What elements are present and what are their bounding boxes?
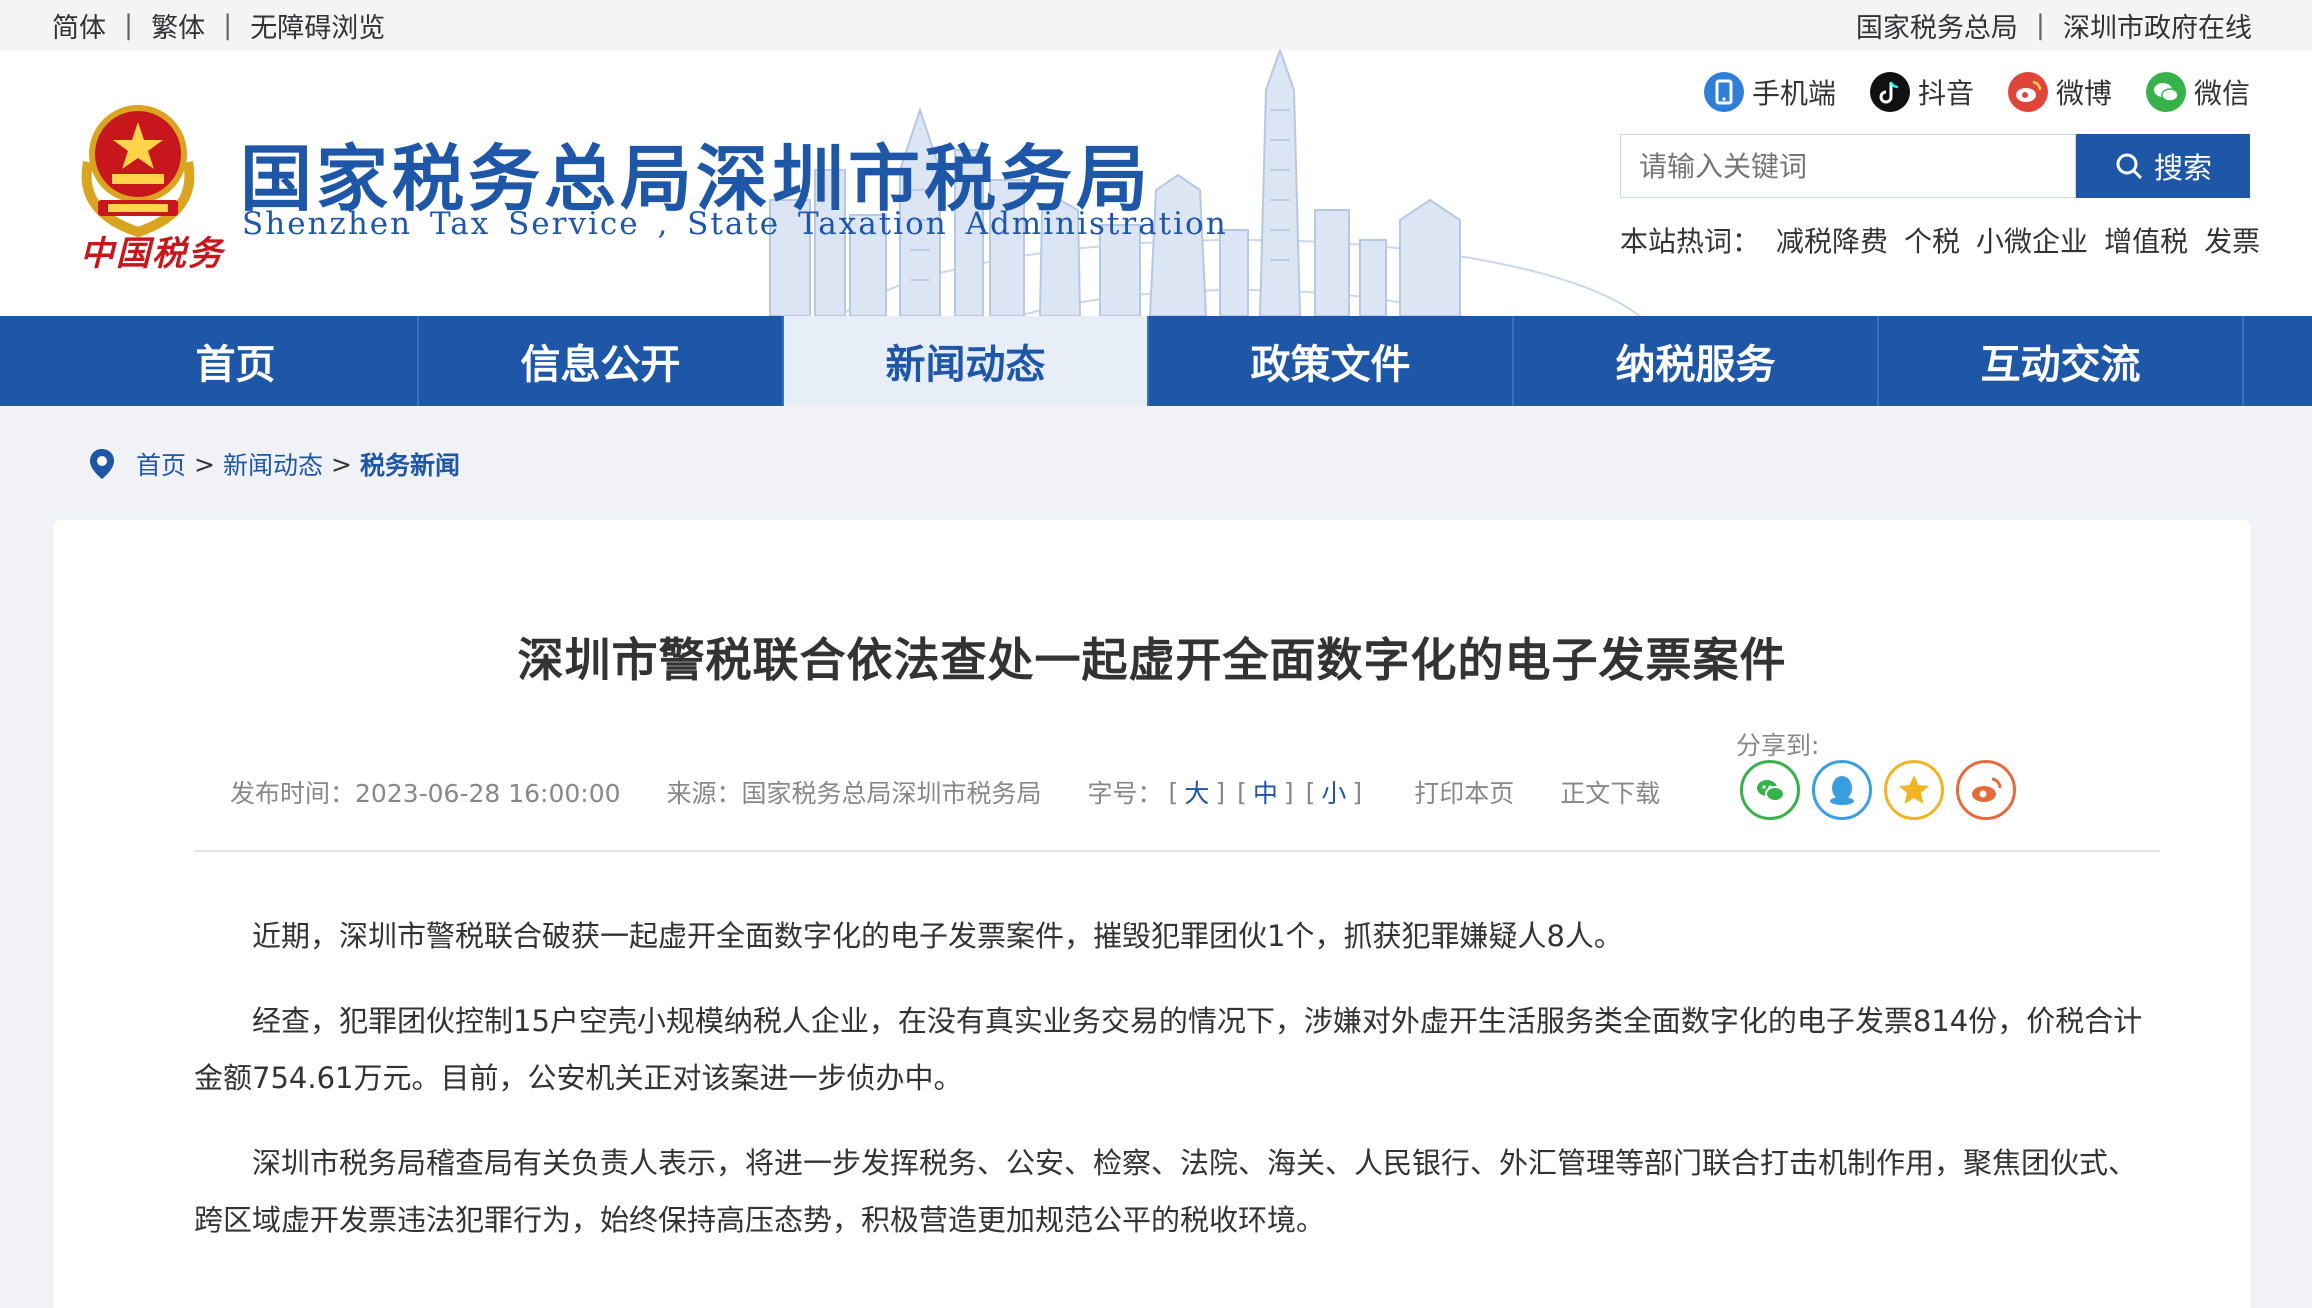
china-tax-calligraphy: 中国税务: [80, 234, 224, 274]
search-button[interactable]: 搜索: [2076, 134, 2250, 198]
article-body: 近期，深圳市警税联合破获一起虚开全面数字化的电子发票案件，摧毁犯罪团伙1个，抓获…: [194, 908, 2164, 1277]
search-button-label: 搜索: [2153, 151, 2212, 185]
hotword-link[interactable]: 减税降费: [1776, 220, 1888, 260]
breadcrumb-home[interactable]: 首页: [136, 446, 186, 482]
mobile-icon: [1703, 72, 1744, 112]
article-title: 深圳市警税联合依法查处一起虚开全面数字化的电子发票案件: [517, 633, 1787, 687]
search-input[interactable]: [1620, 134, 2076, 198]
wechat-icon: [2145, 72, 2186, 112]
separator: |: [223, 10, 233, 41]
site-header: 中国税务 国家税务总局深圳市税务局 Shenzhen Tax Service ,…: [0, 50, 2312, 316]
qzone-share-icon[interactable]: [1884, 760, 1944, 820]
location-pin-icon: [90, 449, 114, 479]
article-paragraph: 深圳市税务局稽查局有关负责人表示，将进一步发挥税务、公安、检察、法院、海关、人民…: [194, 1146, 2138, 1237]
print-button[interactable]: 打印本页: [1414, 774, 1514, 810]
article-meta: 发布时间：2023-06-28 16:00:00 来源：国家税务总局深圳市税务局…: [230, 774, 1706, 810]
douyin-icon: [1869, 72, 1910, 112]
nav-tax-service[interactable]: 纳税服务: [1514, 316, 1879, 406]
publish-time: 发布时间：2023-06-28 16:00:00: [230, 779, 621, 808]
breadcrumb: 首页 > 新闻动态 > 税务新闻: [88, 446, 460, 482]
language-switcher: 简体 | 繁体 | 无障碍浏览: [52, 6, 385, 45]
hotwords-label: 本站热词：: [1620, 225, 1761, 258]
font-size-large[interactable]: 大: [1184, 774, 1209, 810]
douyin-label: 抖音: [1917, 77, 1974, 110]
hotword-link[interactable]: 小微企业: [1976, 220, 2088, 260]
main-nav: 首页 信息公开 新闻动态 政策文件 纳税服务 互动交流: [0, 316, 2312, 406]
nav-home[interactable]: 首页: [54, 316, 419, 406]
share-icons: [1740, 760, 2016, 820]
wechat-label: 微信: [2193, 77, 2250, 110]
external-links: 国家税务总局 | 深圳市政府在线: [1856, 6, 2252, 45]
article-paragraph: 近期，深圳市警税联合破获一起虚开全面数字化的电子发票案件，摧毁犯罪团伙1个，抓获…: [252, 919, 1623, 953]
separator: |: [2035, 10, 2045, 41]
shenzhen-gov-link[interactable]: 深圳市政府在线: [2063, 6, 2252, 45]
nav-interaction[interactable]: 互动交流: [1879, 316, 2244, 406]
traditional-chinese-link[interactable]: 繁体: [151, 6, 205, 45]
accessibility-link[interactable]: 无障碍浏览: [250, 6, 385, 45]
search-icon: [2116, 153, 2143, 180]
share-label: 分享到:: [1736, 731, 1820, 760]
douyin-link[interactable]: 抖音: [1869, 72, 1974, 112]
font-size-label: 字号：: [1087, 779, 1163, 808]
social-links: 手机端 抖音 微博 微信: [1703, 72, 2250, 112]
site-subtitle: Shenzhen Tax Service , State Taxation Ad…: [242, 206, 1228, 242]
hot-keywords: 本站热词： 减税降费 个税 小微企业 增值税 发票: [1620, 220, 2260, 260]
breadcrumb-separator: >: [330, 449, 352, 479]
weibo-label: 微博: [2055, 77, 2112, 110]
mobile-link[interactable]: 手机端: [1703, 72, 1836, 112]
nav-policy[interactable]: 政策文件: [1149, 316, 1514, 406]
weibo-icon: [2007, 72, 2048, 112]
breadcrumb-tax-news[interactable]: 税务新闻: [360, 446, 460, 482]
nav-news[interactable]: 新闻动态: [784, 316, 1149, 406]
sta-link[interactable]: 国家税务总局: [1856, 6, 2018, 45]
hotword-link[interactable]: 增值税: [2104, 220, 2188, 260]
article-card: 深圳市警税联合依法查处一起虚开全面数字化的电子发票案件 分享到: 发布时间：20…: [54, 520, 2250, 1308]
tax-emblem-logo: [81, 105, 195, 238]
article-source: 来源：国家税务总局深圳市税务局: [666, 779, 1042, 808]
mobile-label: 手机端: [1751, 77, 1836, 110]
font-size-small[interactable]: 小: [1321, 774, 1346, 810]
weibo-link[interactable]: 微博: [2007, 72, 2112, 112]
qq-share-icon[interactable]: [1812, 760, 1872, 820]
hotword-link[interactable]: 个税: [1904, 220, 1960, 260]
font-size-medium[interactable]: 中: [1253, 774, 1278, 810]
meta-divider: [194, 850, 2160, 852]
utility-bar: 简体 | 繁体 | 无障碍浏览 国家税务总局 | 深圳市政府在线: [0, 0, 2312, 50]
breadcrumb-news[interactable]: 新闻动态: [223, 446, 323, 482]
article-paragraph: 经查，犯罪团伙控制15户空壳小规模纳税人企业，在没有真实业务交易的情况下，涉嫌对…: [194, 1004, 2143, 1095]
breadcrumb-separator: >: [194, 449, 215, 479]
separator: |: [124, 10, 134, 41]
download-button[interactable]: 正文下载: [1560, 774, 1660, 810]
wechat-share-icon[interactable]: [1740, 760, 1800, 820]
hotword-link[interactable]: 发票: [2204, 220, 2260, 260]
weibo-share-icon[interactable]: [1956, 760, 2016, 820]
wechat-link[interactable]: 微信: [2145, 72, 2250, 112]
simplified-chinese-link[interactable]: 简体: [52, 6, 106, 45]
nav-info-disclosure[interactable]: 信息公开: [419, 316, 784, 406]
